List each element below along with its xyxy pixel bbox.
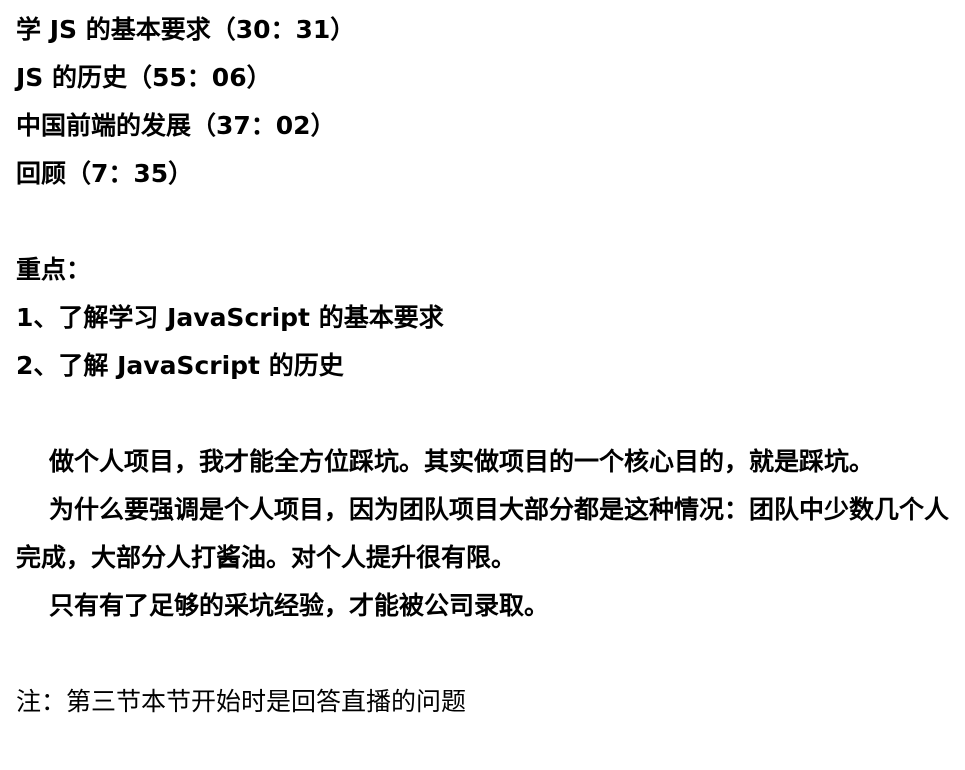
- timeline-item: 学 JS 的基本要求（30：31）: [16, 15, 356, 44]
- timeline-item: 中国前端的发展（37：02）: [16, 111, 336, 140]
- paragraph: 为什么要强调是个人项目，因为团队项目大部分都是这种情况：团队中少数几个人完成，大…: [16, 495, 950, 572]
- key-point-item: 2、了解 JavaScript 的历史: [16, 351, 344, 380]
- paragraph: 做个人项目，我才能全方位踩坑。其实做项目的一个核心目的，就是踩坑。: [49, 447, 875, 476]
- key-points-heading: 重点：: [16, 255, 92, 284]
- document-body: 学 JS 的基本要求（30：31） JS 的历史（55：06） 中国前端的发展（…: [16, 6, 951, 726]
- timeline-item: JS 的历史（55：06）: [16, 63, 272, 92]
- paragraph: 只有有了足够的采坑经验，才能被公司录取。: [49, 591, 550, 620]
- key-point-item: 1、了解学习 JavaScript 的基本要求: [16, 303, 444, 332]
- timeline-item: 回顾（7：35）: [16, 159, 194, 188]
- footnote: 注：第三节本节开始时是回答直播的问题: [16, 687, 467, 716]
